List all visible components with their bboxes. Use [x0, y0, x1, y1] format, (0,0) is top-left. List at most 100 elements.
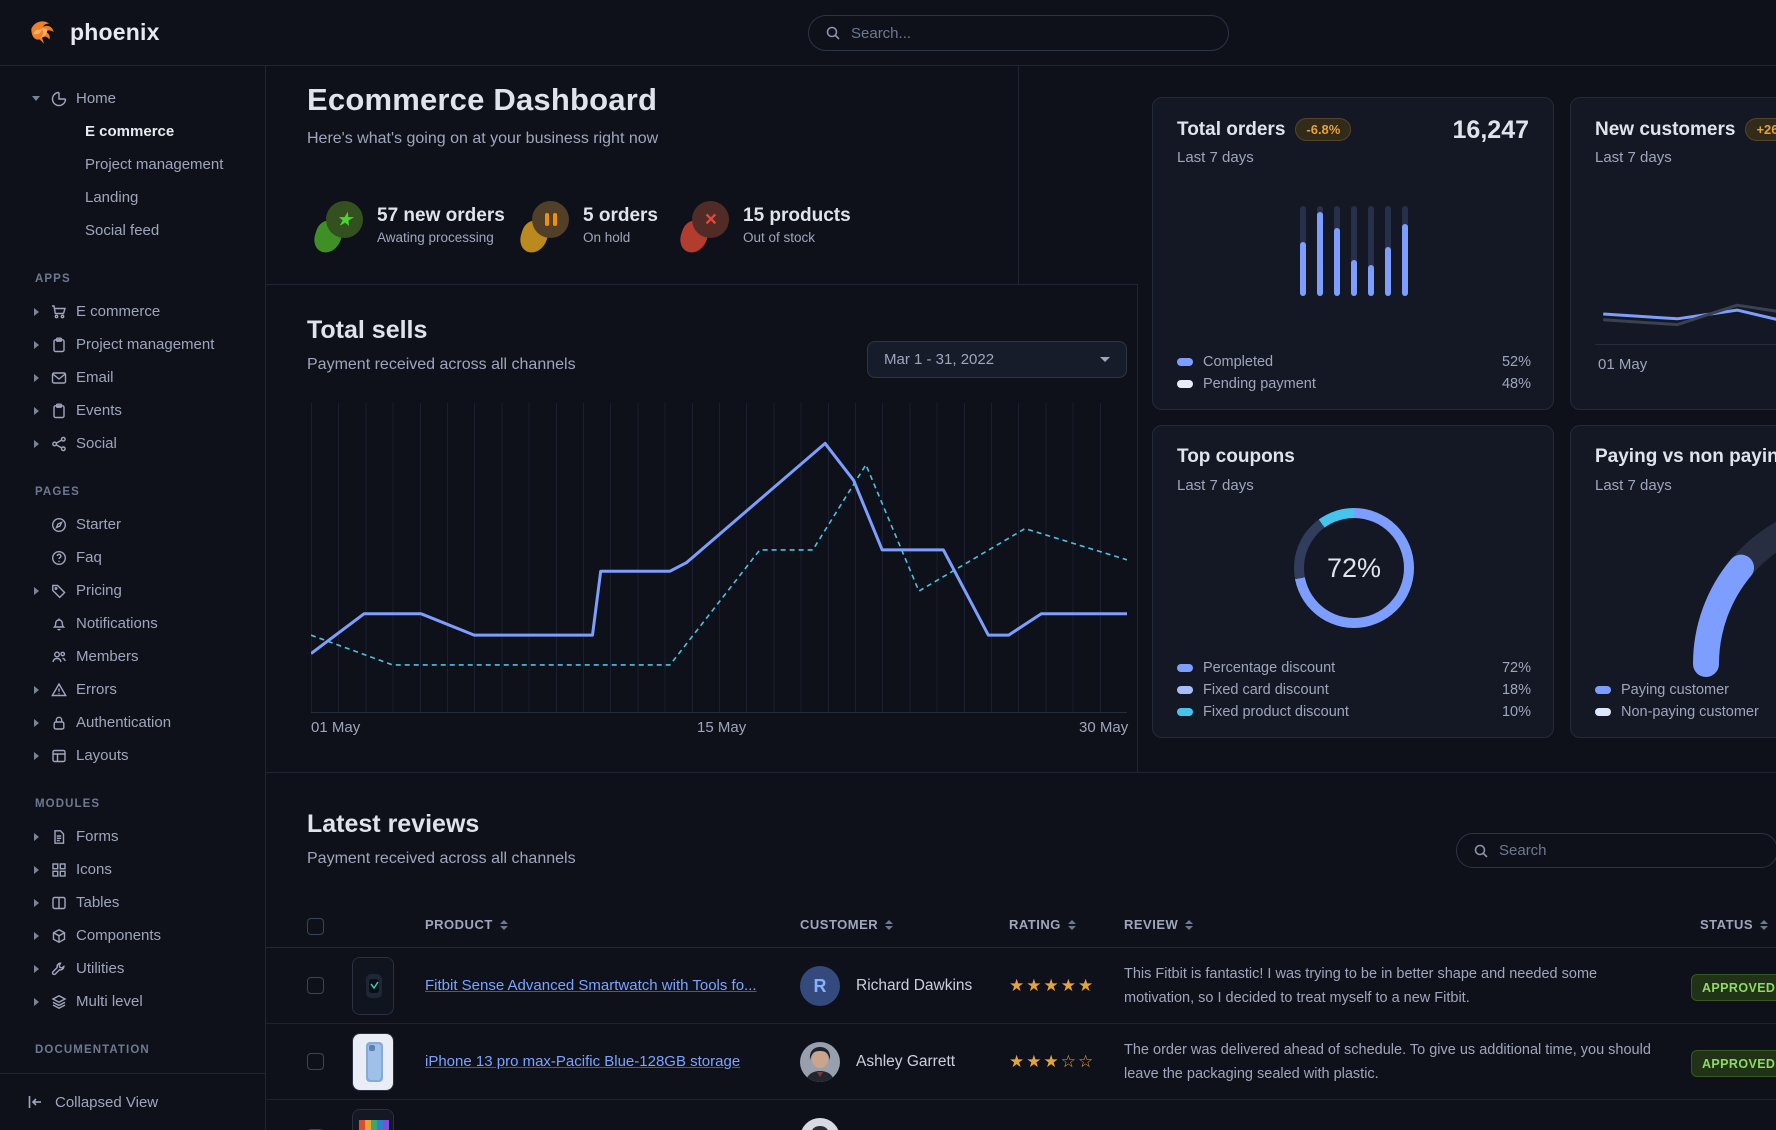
date-range-select[interactable]: Mar 1 - 31, 2022 [867, 341, 1127, 378]
sidebar-subitem-project-management[interactable]: Project management [0, 148, 257, 181]
change-badge: +26.5% [1745, 118, 1776, 141]
reviews-search[interactable] [1456, 833, 1776, 868]
users-icon [51, 649, 67, 665]
sidebar-item-project-management[interactable]: Project management [0, 328, 257, 361]
new-customers-card: New customers +26.5% Last 7 days 01 May [1570, 97, 1776, 410]
chevron-down-icon [1100, 357, 1110, 362]
total-sells-chart [311, 403, 1127, 713]
card-period: Last 7 days [1595, 149, 1672, 166]
total-orders-value: 16,247 [1453, 116, 1529, 145]
tag-icon [51, 583, 67, 599]
sidebar-section-title: APPS [0, 262, 257, 295]
sidebar-item-multi-level[interactable]: Multi level [0, 985, 257, 1018]
bell-icon [51, 616, 67, 632]
sidebar-item-e-commerce[interactable]: E commerce [0, 295, 257, 328]
sells-section-top-divider [266, 284, 1137, 285]
card-title: New customers [1595, 119, 1735, 141]
sidebar-item-faq[interactable]: Faq [0, 541, 257, 574]
stat-orders-on-hold: 5 orders On hold [523, 205, 658, 249]
column-header-status[interactable]: STATUS [1700, 917, 1768, 932]
row-checkbox[interactable] [307, 977, 324, 994]
select-all-checkbox[interactable] [307, 918, 324, 935]
sidebar-item-starter[interactable]: Starter [0, 508, 257, 541]
sidebar-item-notifications[interactable]: Notifications [0, 607, 257, 640]
coupons-legend: Percentage discount72%Fixed card discoun… [1177, 657, 1531, 723]
sidebar-item-label: Layouts [76, 747, 129, 764]
collapsed-view-toggle[interactable]: Collapsed View [0, 1073, 265, 1130]
total-sells-subtitle: Payment received across all channels [307, 356, 576, 374]
orders-legend: Completed52%Pending payment48% [1177, 351, 1531, 395]
sidebar-item-social[interactable]: Social [0, 427, 257, 460]
column-header-rating[interactable]: RATING [1009, 917, 1076, 932]
card-title: Total orders [1177, 119, 1285, 141]
sidebar-subitem-e-commerce[interactable]: E commerce [0, 115, 257, 148]
sidebar-item-label: Notifications [76, 615, 158, 632]
row-checkbox[interactable] [307, 1053, 324, 1070]
sort-icon [1760, 920, 1768, 930]
sidebar-subitem-social-feed[interactable]: Social feed [0, 214, 257, 247]
legend-value: 52% [1502, 354, 1531, 370]
sidebar-item-label: Starter [76, 516, 121, 533]
x-axis-label: 01 May [1598, 356, 1647, 373]
sidebar-item-icons[interactable]: Icons [0, 853, 257, 886]
sidebar-item-tables[interactable]: Tables [0, 886, 257, 919]
phoenix-logo-icon [26, 15, 60, 49]
stat-sub: On hold [583, 230, 658, 245]
sidebar-item-utilities[interactable]: Utilities [0, 952, 257, 985]
legend-row: Completed 52% [1177, 351, 1531, 373]
collapsed-view-label: Collapsed View [55, 1094, 158, 1111]
stat-label: 5 orders [583, 205, 658, 227]
sidebar-subitem-landing[interactable]: Landing [0, 181, 257, 214]
legend-swatch [1177, 664, 1193, 672]
stacked-bar [1385, 206, 1391, 296]
legend-swatch [1177, 686, 1193, 694]
sidebar-item-label: Members [76, 648, 139, 665]
stat-sub: Awating processing [377, 230, 505, 245]
column-header-product[interactable]: PRODUCT [425, 917, 508, 932]
sidebar-item-label: Pricing [76, 582, 122, 599]
sort-icon [500, 920, 508, 930]
caret-right-icon [30, 308, 42, 316]
stat-label: 57 new orders [377, 205, 505, 227]
sidebar-item-events[interactable]: Events [0, 394, 257, 427]
sidebar-section-title: PAGES [0, 475, 257, 508]
column-header-customer[interactable]: CUSTOMER [800, 917, 893, 932]
sidebar-item-members[interactable]: Members [0, 640, 257, 673]
total-orders-card: Total orders -6.8% Last 7 days 16,247 Co… [1152, 97, 1554, 410]
sidebar-item-components[interactable]: Components [0, 919, 257, 952]
brand-logo[interactable]: phoenix [26, 15, 160, 49]
reviews-search-input[interactable] [1499, 842, 1761, 859]
sidebar-item-email[interactable]: Email [0, 361, 257, 394]
legend-value: 18% [1502, 682, 1531, 698]
caret-right-icon [30, 407, 42, 415]
legend-swatch [1595, 686, 1611, 694]
sidebar-item-label: Icons [76, 861, 112, 878]
column-header-review[interactable]: REVIEW [1124, 917, 1193, 932]
sidebar-item-home[interactable]: Home [0, 82, 257, 115]
legend-value: 72% [1502, 660, 1531, 676]
reviews-table: PRODUCT CUSTOMER RATING REVIEW STATUS Fi… [266, 905, 1776, 1130]
product-image-iphone-photo [352, 1033, 394, 1091]
global-search[interactable] [808, 15, 1229, 51]
sidebar-item-pricing[interactable]: Pricing [0, 574, 257, 607]
legend-swatch [1177, 358, 1193, 366]
wrench-icon [51, 961, 67, 977]
product-link[interactable]: Fitbit Sense Advanced Smartwatch with To… [425, 977, 757, 994]
sells-section-right-divider [1137, 284, 1138, 772]
customer-name: Ashley Garrett [856, 1053, 955, 1071]
share-icon [51, 436, 67, 452]
sidebar-item-authentication[interactable]: Authentication [0, 706, 257, 739]
sidebar-item-errors[interactable]: Errors [0, 673, 257, 706]
help-circle-icon [51, 550, 67, 566]
product-link[interactable]: iPhone 13 pro max-Pacific Blue-128GB sto… [425, 1053, 740, 1070]
review-text: This Fitbit is fantastic! I was trying t… [1124, 962, 1664, 1010]
sidebar-item-layouts[interactable]: Layouts [0, 739, 257, 772]
review-text: It's a Mac, after all. Once you've gone … [1124, 1126, 1664, 1130]
card-title: Top coupons [1177, 446, 1295, 468]
global-search-input[interactable] [851, 25, 1212, 42]
rating-stars: ★★★☆☆ [1009, 1052, 1095, 1072]
legend-label: Completed [1203, 354, 1273, 370]
sidebar-item-label: Multi level [76, 993, 143, 1010]
sort-icon [1068, 920, 1076, 930]
sidebar-item-forms[interactable]: Forms [0, 820, 257, 853]
